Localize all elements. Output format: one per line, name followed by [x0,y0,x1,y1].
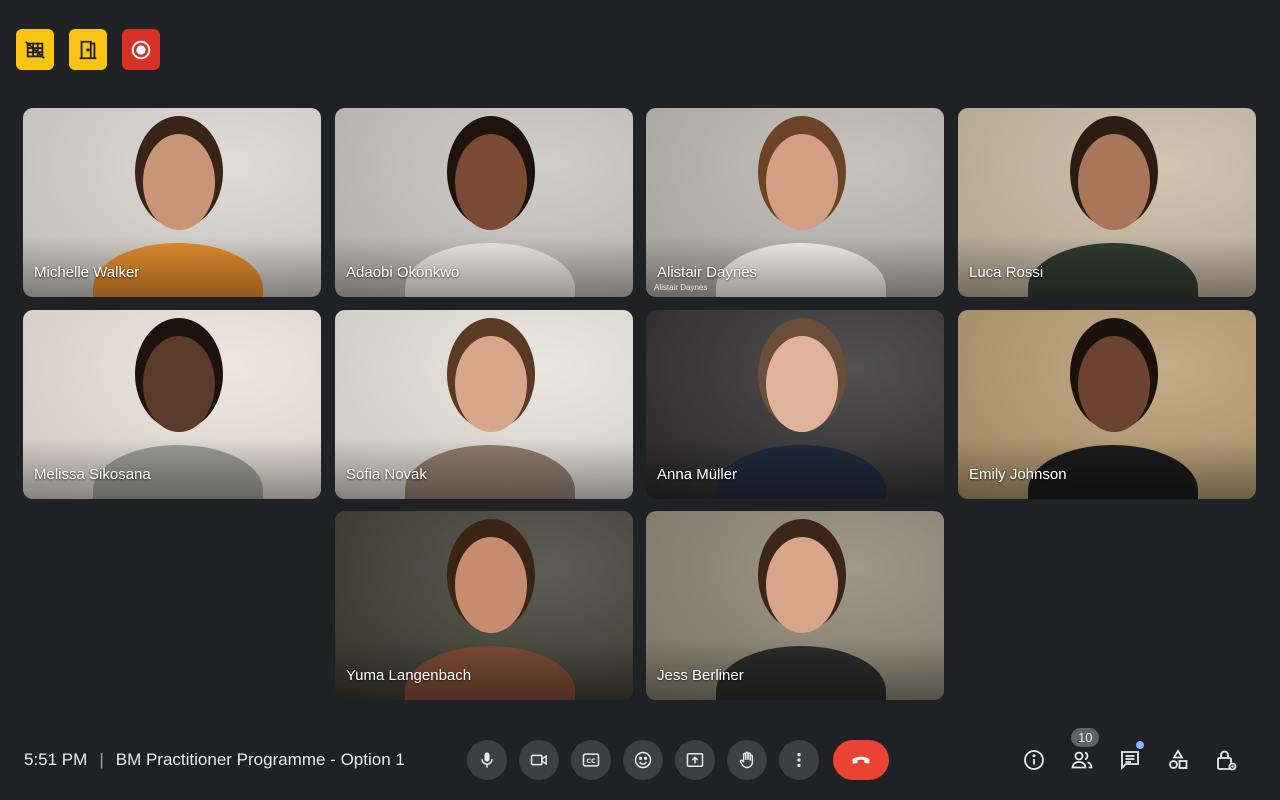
participant-tile[interactable]: Yuma Langenbach [335,511,633,700]
meeting-time: 5:51 PM [24,750,88,769]
participant-face [766,336,838,432]
participant-face [766,134,838,230]
participant-face [455,336,527,432]
present-button[interactable] [675,740,715,780]
participant-name: Emily Johnson [969,466,1067,483]
captions-button[interactable]: CC [571,740,611,780]
participant-tile[interactable]: Alistair Daynes Alistair Daynes [646,108,944,297]
svg-text:CC: CC [586,758,596,765]
participant-name: Alistair Daynes [657,264,758,281]
participant-name: Yuma Langenbach [346,667,472,684]
reactions-button[interactable] [623,740,663,780]
participant-name: Adaobi Okonkwo [346,264,460,281]
people-count-badge: 10 [1071,728,1100,747]
participant-face [766,537,838,633]
bottom-bar: 5:51 PM | BM Practitioner Programme - Op… [0,728,1280,790]
meeting-title: BM Practitioner Programme - Option 1 [115,750,405,769]
record-icon [131,40,151,59]
participant-name: Luca Rossi [969,264,1044,281]
chat-button[interactable] [1106,740,1154,780]
chat-unread-dot [1136,741,1144,749]
participant-tile[interactable]: Emily Johnson [958,310,1256,499]
meeting-details-button[interactable] [1010,740,1058,780]
end-call-icon [852,756,870,764]
raise-hand-button[interactable] [727,740,767,780]
chat-icon [1121,751,1139,771]
more-options-button[interactable] [779,740,819,780]
participant-face [143,336,215,432]
participant-watermark: Alistair Daynes [654,283,708,292]
leave-call-button[interactable] [833,740,889,780]
participant-face [143,134,215,230]
participant-name: Anna Müller [657,466,738,483]
raise-hand-icon [739,751,754,769]
participant-tile[interactable]: Luca Rossi [958,108,1256,297]
participant-face [455,537,527,633]
no-video-grid-icon [25,40,45,59]
meeting-info-separator: | [99,750,104,769]
participant-tile[interactable]: Adaobi Okonkwo [335,108,633,297]
camera-icon [530,754,547,766]
recording-indicator[interactable] [122,29,160,70]
microphone-button[interactable] [467,740,507,780]
waiting-room-indicator[interactable] [69,29,107,70]
call-controls: CC [467,740,889,780]
more-vertical-icon [797,752,801,768]
closed-captions-icon: CC [582,753,600,767]
microphone-icon [481,752,493,768]
present-screen-icon [686,753,704,767]
participant-tile[interactable]: Sofia Novak [335,310,633,499]
people-button[interactable]: 10 [1058,728,1106,780]
host-controls-button[interactable] [1202,740,1250,780]
activities-icon [1169,749,1188,769]
hide-tiles-indicator[interactable] [16,29,54,70]
host-controls-icon [1217,750,1237,771]
door-icon [79,40,97,59]
emoji-icon [634,751,652,769]
participant-tile[interactable]: Melissa Sikosana [23,310,321,499]
camera-button[interactable] [519,740,559,780]
activities-button[interactable] [1154,740,1202,780]
participant-name: Sofia Novak [346,466,427,483]
participant-face [1078,134,1150,230]
participant-face [455,134,527,230]
participant-tile[interactable]: Michelle Walker [23,108,321,297]
top-indicators [16,29,160,70]
meeting-info: 5:51 PM | BM Practitioner Programme - Op… [24,750,405,770]
participant-name: Jess Berliner [657,667,744,684]
participant-face [1078,336,1150,432]
participant-name: Michelle Walker [34,264,140,281]
participant-tile[interactable]: Jess Berliner [646,511,944,700]
people-icon [1071,751,1093,769]
participant-name: Melissa Sikosana [34,466,151,483]
info-icon [1024,750,1044,770]
participant-tile[interactable]: Anna Müller [646,310,944,499]
right-tools: 10 [1010,728,1250,780]
